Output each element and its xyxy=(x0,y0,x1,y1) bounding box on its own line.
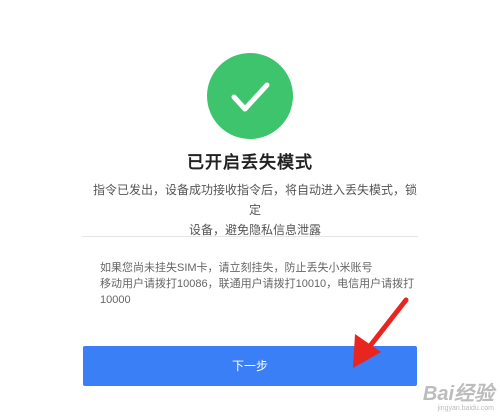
next-step-button[interactable]: 下一步 xyxy=(83,346,417,386)
sim-card-notice: 如果您尚未挂失SIM卡，请立刻挂失，防止丢失小米账号 移动用户请拨打10086，… xyxy=(100,260,420,308)
notice-line: 移动用户请拨打10086，联通用户请拨打10010，电信用户请拨打 xyxy=(100,278,415,290)
watermark-brand: Bai经验 xyxy=(422,383,494,405)
description-line: 设备，避免隐私信息泄露 xyxy=(188,223,321,237)
watermark-domain: jingyan.baidu.com xyxy=(437,405,494,412)
description-line: 指令已发出，设备成功接收指令后，将自动进入丢失模式，锁定 xyxy=(92,183,417,217)
page-title: 已开启丢失模式 xyxy=(187,153,313,172)
notice-line: 如果您尚未挂失SIM卡，请立刻挂失，防止丢失小米账号 xyxy=(100,262,373,274)
divider xyxy=(82,236,418,237)
checkmark-icon xyxy=(231,82,270,112)
status-description: 指令已发出，设备成功接收指令后，将自动进入丢失模式，锁定 设备，避免隐私信息泄露 xyxy=(90,180,420,240)
notice-line: 10000 xyxy=(100,294,131,306)
success-status-icon xyxy=(207,53,293,139)
watermark: Bai经验 jingyan.baidu.com xyxy=(423,384,494,413)
